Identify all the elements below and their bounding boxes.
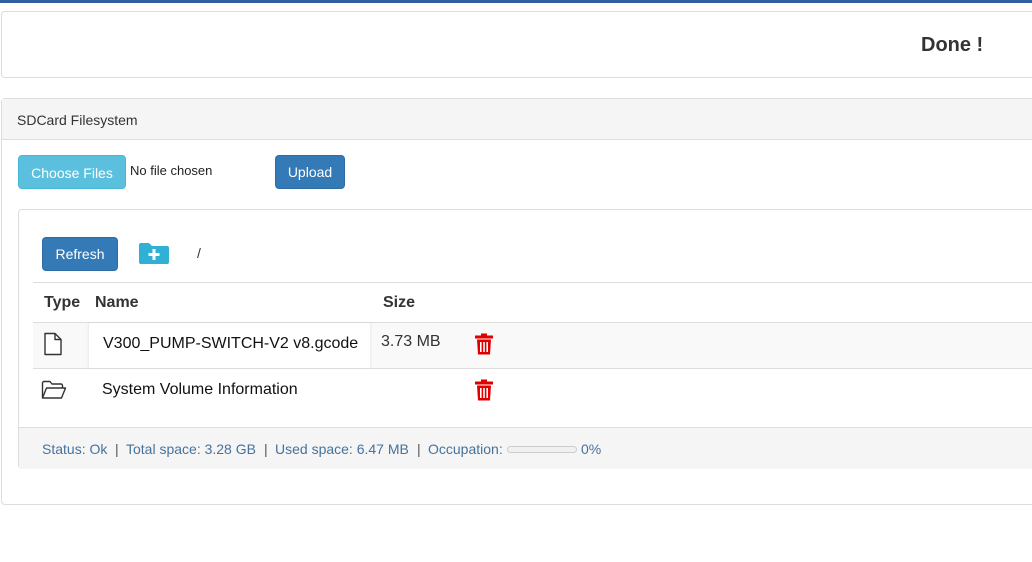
new-folder-button[interactable] [138,241,170,265]
occupation-label: Occupation: [428,441,503,457]
table-row: V300_PUMP-SWITCH-V2 v8.gcode 3.73 MB [33,323,1032,368]
trash-icon [475,333,493,355]
delete-button[interactable] [475,333,493,355]
status-panel: Done ! [1,11,1032,78]
status-text: Status: Ok [42,441,108,457]
folder-plus-icon [139,243,169,264]
used-space-text: Used space: 6.47 MB [275,441,409,457]
separator: | [115,441,119,457]
refresh-button[interactable]: Refresh [42,237,118,271]
sdcard-panel-title: SDCard Filesystem [17,112,138,128]
file-size: 3.73 MB [381,333,441,350]
occupation-value: 0% [581,441,602,457]
file-name[interactable]: V300_PUMP-SWITCH-V2 v8.gcode [103,335,358,353]
occupation-progress-bar [507,446,577,453]
no-file-chosen-label: No file chosen [130,163,213,178]
column-header-name: Name [95,294,139,311]
file-table-header: Type Name Size [33,282,1032,323]
column-header-size: Size [383,294,416,311]
folder-open-icon [41,378,67,402]
choose-files-button[interactable]: Choose Files [18,155,126,189]
trash-icon [475,379,493,401]
separator: | [264,441,268,457]
top-accent-bar [0,0,1032,3]
file-name-cell[interactable]: V300_PUMP-SWITCH-V2 v8.gcode [88,323,371,368]
folder-name-cell[interactable]: System Volume Information [88,369,371,414]
separator: | [417,441,421,457]
file-browser-panel: Refresh / Type Name Size V300_PUMP-SWITC [18,209,1032,469]
storage-status-bar: Status: Ok | Total space: 3.28 GB | Used… [19,427,1032,469]
file-icon [41,332,65,356]
current-path: / [197,245,201,261]
total-space-text: Total space: 3.28 GB [126,441,256,457]
delete-button[interactable] [475,379,493,401]
folder-name[interactable]: System Volume Information [102,381,298,399]
sdcard-panel-heading: SDCard Filesystem [2,99,1032,140]
column-header-type: Type [44,294,81,311]
table-row: System Volume Information [33,368,1032,413]
sdcard-panel: SDCard Filesystem Choose Files No file c… [1,98,1032,505]
done-message: Done ! [921,34,984,56]
upload-button[interactable]: Upload [275,155,345,189]
